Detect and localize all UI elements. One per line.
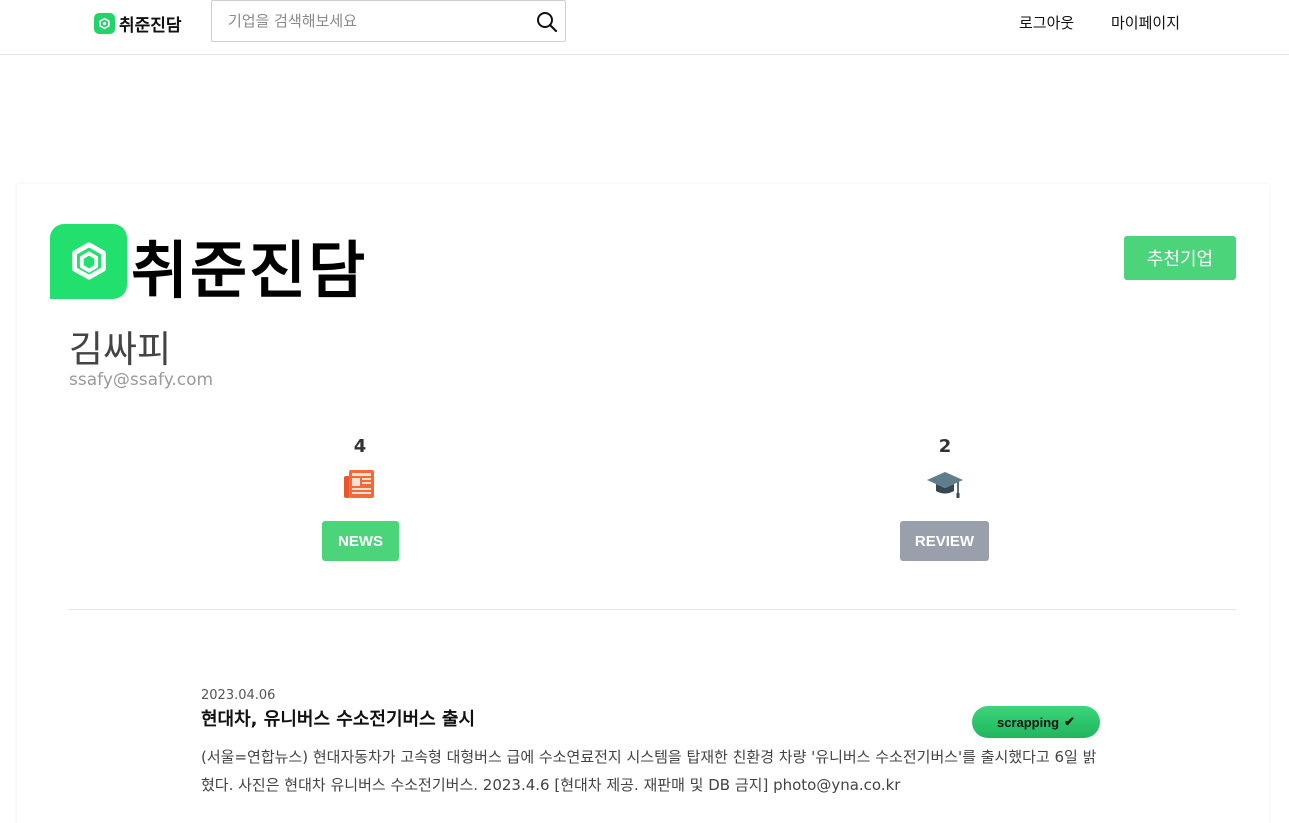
news-list-item[interactable]: 2023.04.06 현대차, 유니버스 수소전기버스 출시 (서울=연합뉴스)…: [201, 688, 1101, 799]
section-divider: [69, 609, 1236, 610]
brand-title: 취준진담: [131, 234, 368, 307]
news-date: 2023.04.06: [201, 688, 276, 703]
header-brand-link[interactable]: 취준진담: [94, 12, 182, 36]
brand-logo-large-icon: [50, 224, 127, 299]
search-input[interactable]: [228, 12, 538, 30]
news-tab-button[interactable]: NEWS: [322, 521, 399, 561]
review-tab-button[interactable]: REVIEW: [900, 521, 989, 561]
news-title[interactable]: 현대차, 유니버스 수소전기버스 출시: [201, 705, 1101, 731]
scrapping-button[interactable]: scrapping ✔: [972, 706, 1100, 738]
search-bar: [211, 0, 566, 42]
search-icon[interactable]: [535, 10, 559, 34]
news-stat: 4: [320, 436, 400, 504]
top-navbar: 취준진담 로그아웃 마이페이지: [0, 0, 1289, 55]
header-brand-text: 취준진담: [119, 15, 182, 36]
review-stat: 2: [900, 436, 990, 504]
news-count: 4: [353, 436, 367, 457]
profile-card: 취준진담 추천기업 김싸피 ssafy@ssafy.com 4 NEWS 2 R…: [17, 184, 1269, 823]
brand-logo-icon: [94, 12, 115, 34]
user-email: ssafy@ssafy.com: [69, 370, 214, 390]
scrapping-label: scrapping: [996, 714, 1060, 730]
graduation-cap-icon: [927, 472, 963, 498]
news-summary: (서울=연합뉴스) 현대자동차가 고속형 대형버스 급에 수소연료전지 시스템을…: [201, 748, 1097, 794]
check-icon: ✔: [1064, 714, 1076, 729]
review-count: 2: [938, 436, 952, 457]
logout-link[interactable]: 로그아웃: [1019, 12, 1074, 33]
user-name: 김싸피: [69, 328, 172, 371]
recommend-companies-button[interactable]: 추천기업: [1124, 236, 1236, 280]
mypage-link[interactable]: 마이페이지: [1111, 12, 1180, 33]
newspaper-icon: [344, 470, 374, 498]
